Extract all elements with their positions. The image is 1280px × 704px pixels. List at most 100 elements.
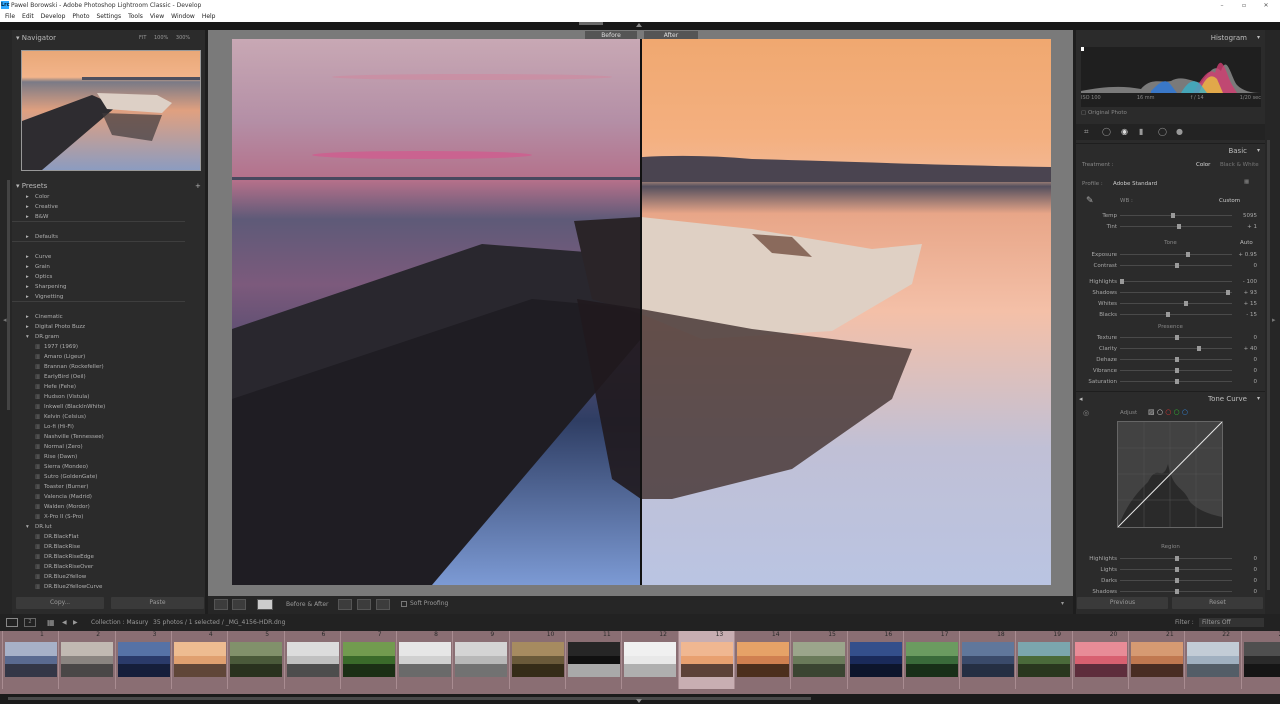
filmstrip-cell[interactable]: 9 [452, 631, 508, 689]
right-scrollbar[interactable] [1267, 140, 1270, 590]
preset-open[interactable]: ▾ DR.lut [12, 522, 205, 532]
filmstrip-cell[interactable]: 19 [1015, 631, 1071, 689]
preset-item[interactable]: ▥ Sierra (Mondeo) [12, 462, 205, 472]
filmstrip-cell[interactable]: 17 [902, 631, 959, 689]
preset-item[interactable]: ▥ Toaster (Burner) [12, 482, 205, 492]
tone-curve-switch-icon[interactable]: ◂ [1079, 392, 1083, 406]
preset-group[interactable]: ▸ Vignetting [12, 292, 185, 302]
preset-group[interactable]: ▸ B&W [12, 212, 185, 222]
wb-select[interactable]: Custom [1219, 198, 1240, 204]
forward-arrow-icon[interactable]: ▶ [73, 614, 78, 631]
filmstrip-cell[interactable]: 21 [1128, 631, 1184, 689]
slider-value[interactable]: + 0.95 [1236, 250, 1257, 260]
photo-count[interactable]: 35 photos / 1 selected / _MG_4156-HDR.dn… [153, 614, 285, 631]
menu-photo[interactable]: Photo [72, 13, 89, 20]
preset-item[interactable]: ▥ DR.BlackFlat [12, 532, 205, 542]
preset-item[interactable]: ▥ Inkwell (BlackInWhite) [12, 402, 205, 412]
back-arrow-icon[interactable]: ◀ [62, 614, 67, 631]
filmstrip-cell[interactable]: 18 [959, 631, 1015, 689]
filmstrip-thumbnail[interactable] [1243, 642, 1280, 677]
slider-knob[interactable] [1183, 301, 1188, 306]
slider-value[interactable]: 0 [1236, 565, 1258, 575]
previous-button[interactable]: Previous [1077, 597, 1168, 609]
filmstrip-cell[interactable]: 4 [170, 631, 227, 689]
preset-item[interactable]: ▥ Nashville (Tennessee) [12, 432, 205, 442]
slider-shadows[interactable]: Shadows 0 [1076, 587, 1265, 597]
preset-item[interactable]: ▥ Sutro (GoldenGate) [12, 472, 205, 482]
slider-blacks[interactable]: Blacks - 15 [1076, 310, 1265, 320]
hide-filmstrip-icon[interactable] [636, 699, 642, 703]
collapse-right-panel-icon[interactable]: ▸ [1272, 316, 1276, 324]
red-eye-icon[interactable]: ◉ [1121, 127, 1128, 136]
slider-knob[interactable] [1186, 252, 1190, 257]
slider-value[interactable]: 0 [1236, 587, 1258, 597]
slider-knob[interactable] [1170, 213, 1175, 218]
slider-value[interactable]: 0 [1236, 366, 1258, 376]
copy-button[interactable]: Copy... [16, 597, 104, 609]
maximize-icon[interactable]: ▫ [1234, 0, 1254, 11]
slider-contrast[interactable]: Contrast 0 [1076, 261, 1265, 271]
preset-item[interactable]: ▥ EarlyBird (Oeil) [12, 372, 205, 382]
slider-value[interactable]: + 1 [1236, 222, 1257, 232]
strip-handle[interactable] [579, 22, 603, 25]
grid-view-icon[interactable]: ▦ [47, 614, 55, 631]
point-curve-icon[interactable]: ○ [1157, 408, 1163, 416]
filmstrip-thumbnail[interactable] [849, 642, 902, 677]
zoom-fit[interactable]: FIT [139, 35, 146, 41]
slider-knob[interactable] [1175, 567, 1179, 572]
slider-value[interactable]: 0 [1236, 261, 1258, 271]
filmstrip-thumbnail[interactable] [962, 642, 1015, 677]
paste-button[interactable]: Paste [111, 597, 204, 609]
slider-knob[interactable] [1166, 312, 1171, 317]
navigator-preview[interactable] [21, 50, 201, 171]
slider-track[interactable] [1120, 292, 1232, 293]
treatment-bw[interactable]: Black & White [1220, 162, 1259, 168]
filmstrip-cell[interactable]: 7 [339, 631, 396, 689]
filmstrip-thumbnail[interactable] [1018, 642, 1071, 677]
slider-track[interactable] [1120, 226, 1232, 227]
filmstrip-thumbnail[interactable] [61, 642, 114, 677]
filter-select[interactable]: Filters Off [1199, 618, 1264, 627]
filmstrip-thumbnail[interactable] [455, 642, 508, 677]
swap-before-after-icon[interactable] [338, 599, 352, 610]
target-adjust-icon[interactable]: ◎ [1083, 409, 1089, 417]
collection-source[interactable]: Collection : Masury [91, 614, 148, 631]
slider-track[interactable] [1120, 303, 1232, 304]
slider-value[interactable]: 0 [1236, 355, 1258, 365]
slider-value[interactable]: + 40 [1236, 344, 1257, 354]
filmstrip-cell[interactable]: 23 [1240, 631, 1280, 689]
filmstrip-cell[interactable]: 16 [846, 631, 903, 689]
slider-knob[interactable] [1175, 335, 1179, 340]
slider-dehaze[interactable]: Dehaze 0 [1076, 355, 1265, 365]
filmstrip-thumbnail[interactable] [511, 642, 564, 677]
filmstrip-cell[interactable]: 3 [114, 631, 171, 689]
filmstrip-thumbnail[interactable] [399, 642, 452, 677]
filmstrip-thumbnail[interactable] [342, 642, 395, 677]
slider-knob[interactable] [1225, 290, 1230, 295]
filmstrip-cell[interactable]: 10 [508, 631, 565, 689]
red-channel-icon[interactable]: ○ [1165, 408, 1171, 416]
preset-item[interactable]: ▥ Brannan (Rockefeller) [12, 362, 205, 372]
preset-item[interactable]: ▥ Normal (Zero) [12, 442, 205, 452]
spot-removal-icon[interactable]: ◯ [1102, 127, 1111, 136]
preset-group[interactable]: ▸ Creative [12, 202, 205, 212]
basic-header[interactable]: Basic ▾ [1076, 143, 1265, 157]
reset-button[interactable]: Reset [1172, 597, 1263, 609]
filmstrip-thumbnail[interactable] [173, 642, 226, 677]
slider-value[interactable]: 0 [1236, 554, 1258, 564]
preset-item[interactable]: ▥ Hudson (Vistula) [12, 392, 205, 402]
menu-tools[interactable]: Tools [128, 13, 143, 20]
slider-value[interactable]: 0 [1236, 377, 1258, 387]
tone-curve-header[interactable]: ◂ Tone Curve ▾ [1076, 391, 1265, 405]
filmstrip-thumbnail[interactable] [624, 642, 677, 677]
filmstrip-cell[interactable]: 15 [790, 631, 846, 689]
preset-item[interactable]: ▥ DR.Blue2Yellow [12, 572, 205, 582]
add-preset-icon[interactable]: + [195, 179, 201, 193]
histogram[interactable]: ISO 100 16 mm f / 14 1/20 sec [1081, 47, 1261, 107]
preset-item[interactable]: ▥ Valencia (Madrid) [12, 492, 205, 502]
preset-item[interactable]: ▥ Lo-fi (Hi-Fi) [12, 422, 205, 432]
slider-track[interactable] [1120, 281, 1232, 282]
green-channel-icon[interactable]: ○ [1174, 408, 1180, 416]
slider-clarity[interactable]: Clarity + 40 [1076, 344, 1265, 354]
slider-value[interactable]: - 15 [1236, 310, 1257, 320]
